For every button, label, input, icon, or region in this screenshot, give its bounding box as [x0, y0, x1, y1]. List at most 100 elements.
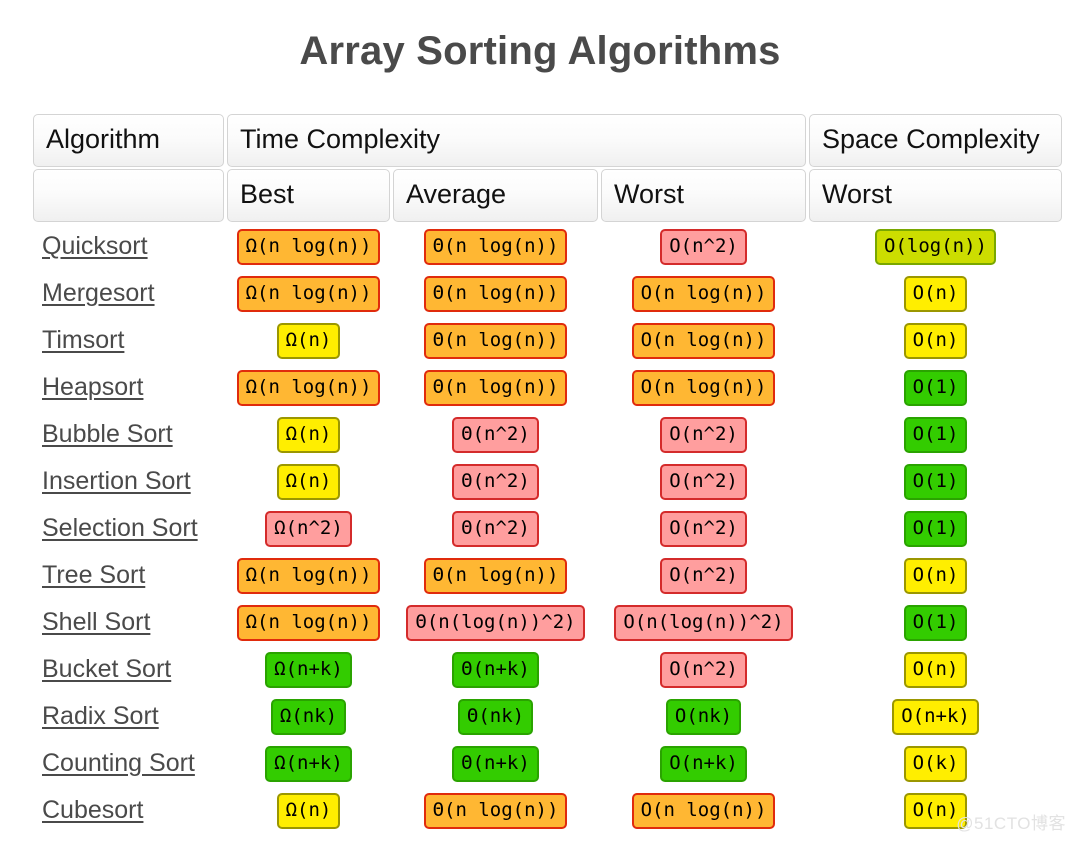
complexity-badge: Θ(n^2) [452, 463, 539, 500]
algorithm-link[interactable]: Insertion Sort [42, 467, 191, 495]
complexity-badge: Θ(n+k) [452, 745, 539, 782]
table-row: Cubesort Ω(n) Θ(n log(n)) O(n log(n)) O(n) [33, 788, 1062, 833]
complexity-badge: O(n log(n)) [631, 322, 776, 359]
complexity-badge: O(n) [903, 275, 968, 312]
table-row: Timsort Ω(n) Θ(n log(n)) O(n log(n)) O(n) [33, 318, 1062, 363]
space-complexity-cell: O(1) [809, 506, 1062, 551]
complexity-badge: O(n log(n)) [631, 792, 776, 829]
average-complexity-cell: Θ(n log(n)) [393, 271, 598, 316]
best-complexity-cell: Ω(n log(n)) [227, 600, 390, 645]
algorithm-link[interactable]: Heapsort [42, 373, 143, 401]
algorithm-link[interactable]: Counting Sort [42, 749, 195, 777]
complexity-badge: Θ(n^2) [452, 510, 539, 547]
complexity-badge: Ω(n+k) [265, 745, 352, 782]
space-complexity-cell: O(n+k) [809, 694, 1062, 739]
header-time-complexity: Time Complexity [227, 114, 807, 167]
best-complexity-cell: Ω(n log(n)) [227, 271, 390, 316]
algorithm-name-cell: Insertion Sort [33, 459, 224, 504]
complexity-badge: O(k) [903, 745, 968, 782]
table-row: Radix Sort Ω(nk) Θ(nk) O(nk) O(n+k) [33, 694, 1062, 739]
complexity-badge: O(n(log(n))^2) [614, 604, 793, 641]
header-worst-space: Worst [809, 169, 1063, 222]
complexity-badge: Θ(n^2) [452, 416, 539, 453]
complexity-badge: O(n log(n)) [631, 275, 776, 312]
complexity-badge: O(n^2) [660, 228, 747, 265]
algorithm-name-cell: Mergesort [33, 271, 224, 316]
complexity-badge: Ω(n) [276, 322, 341, 359]
worst-complexity-cell: O(n log(n)) [601, 318, 806, 363]
table-row: Mergesort Ω(n log(n)) Θ(n log(n)) O(n log(n… [33, 271, 1062, 316]
algorithm-name-cell: Bucket Sort [33, 647, 224, 692]
algorithm-link[interactable]: Selection Sort [42, 514, 198, 542]
average-complexity-cell: Θ(n log(n)) [393, 788, 598, 833]
best-complexity-cell: Ω(n log(n)) [227, 553, 390, 598]
algorithm-link[interactable]: Cubesort [42, 796, 143, 824]
algorithm-link[interactable]: Bucket Sort [42, 655, 171, 683]
average-complexity-cell: Θ(n^2) [393, 459, 598, 504]
worst-complexity-cell: O(n^2) [601, 553, 806, 598]
algorithm-link[interactable]: Mergesort [42, 279, 155, 307]
worst-complexity-cell: O(nk) [601, 694, 806, 739]
table-row: Shell Sort Ω(n log(n)) Θ(n(log(n))^2) O(n(l… [33, 600, 1062, 645]
algorithm-link[interactable]: Tree Sort [42, 561, 145, 589]
algorithm-name-cell: Cubesort [33, 788, 224, 833]
algorithm-link[interactable]: Timsort [42, 326, 124, 354]
algorithm-link[interactable]: Shell Sort [42, 608, 150, 636]
complexity-badge: Ω(n^2) [265, 510, 352, 547]
complexity-table-container: Algorithm Time Complexity Space Complexi… [30, 112, 1063, 835]
space-complexity-cell: O(n) [809, 647, 1062, 692]
best-complexity-cell: Ω(n) [227, 412, 390, 457]
algorithm-name-cell: Tree Sort [33, 553, 224, 598]
space-complexity-cell: O(n) [809, 553, 1062, 598]
table-row: Insertion Sort Ω(n) Θ(n^2) O(n^2) O(1) [33, 459, 1062, 504]
page-title: Array Sorting Algorithms [299, 29, 781, 73]
complexity-badge: Θ(n log(n)) [423, 557, 568, 594]
best-complexity-cell: Ω(n^2) [227, 506, 390, 551]
best-complexity-cell: Ω(nk) [227, 694, 390, 739]
complexity-badge: O(1) [903, 369, 968, 406]
page-root: Array Sorting Algorithms Algorithm Time … [0, 0, 1080, 842]
space-complexity-cell: O(1) [809, 600, 1062, 645]
complexity-badge: O(n+k) [892, 698, 979, 735]
complexity-badge: O(n log(n)) [631, 369, 776, 406]
complexity-badge: Ω(n+k) [265, 651, 352, 688]
complexity-badge: Ω(n log(n)) [236, 369, 381, 406]
space-complexity-cell: O(log(n)) [809, 224, 1062, 269]
algorithm-link[interactable]: Radix Sort [42, 702, 159, 730]
header-row-group: Algorithm Time Complexity Space Complexi… [33, 114, 1063, 167]
complexity-badge: O(1) [903, 463, 968, 500]
worst-complexity-cell: O(n log(n)) [601, 788, 806, 833]
complexity-badge: O(n^2) [660, 416, 747, 453]
worst-complexity-cell: O(n log(n)) [601, 271, 806, 316]
best-complexity-cell: Ω(n+k) [227, 741, 390, 786]
algorithm-link[interactable]: Bubble Sort [42, 420, 173, 448]
complexity-badge: Θ(n log(n)) [423, 322, 568, 359]
table-row: Counting Sort Ω(n+k) Θ(n+k) O(n+k) O(k) [33, 741, 1062, 786]
algorithm-link[interactable]: Quicksort [42, 232, 148, 260]
space-complexity-cell: O(n) [809, 318, 1062, 363]
complexity-table: Algorithm Time Complexity Space Complexi… [30, 112, 1065, 835]
table-row: Quicksort Ω(n log(n)) Θ(n log(n)) O(n^2) O(l… [33, 224, 1062, 269]
complexity-badge: O(n) [903, 557, 968, 594]
complexity-badge: Ω(n) [276, 416, 341, 453]
complexity-badge: Ω(n log(n)) [236, 604, 381, 641]
algorithm-name-cell: Timsort [33, 318, 224, 363]
complexity-badge: Θ(n+k) [452, 651, 539, 688]
table-row: Heapsort Ω(n log(n)) Θ(n log(n)) O(n log(n)… [33, 365, 1062, 410]
algorithm-name-cell: Counting Sort [33, 741, 224, 786]
complexity-badge: O(log(n)) [875, 228, 996, 265]
complexity-badge: O(n+k) [660, 745, 747, 782]
complexity-badge: Θ(n log(n)) [423, 275, 568, 312]
average-complexity-cell: Θ(n log(n)) [393, 553, 598, 598]
worst-complexity-cell: O(n(log(n))^2) [601, 600, 806, 645]
complexity-badge: O(n) [903, 322, 968, 359]
table-row: Bubble Sort Ω(n) Θ(n^2) O(n^2) O(1) [33, 412, 1062, 457]
best-complexity-cell: Ω(n) [227, 788, 390, 833]
complexity-badge: Ω(n log(n)) [236, 557, 381, 594]
space-complexity-cell: O(1) [809, 412, 1062, 457]
complexity-badge: Ω(n log(n)) [236, 228, 381, 265]
complexity-badge: O(1) [903, 510, 968, 547]
algorithm-name-cell: Radix Sort [33, 694, 224, 739]
complexity-badge: Θ(nk) [457, 698, 534, 735]
worst-complexity-cell: O(n^2) [601, 412, 806, 457]
